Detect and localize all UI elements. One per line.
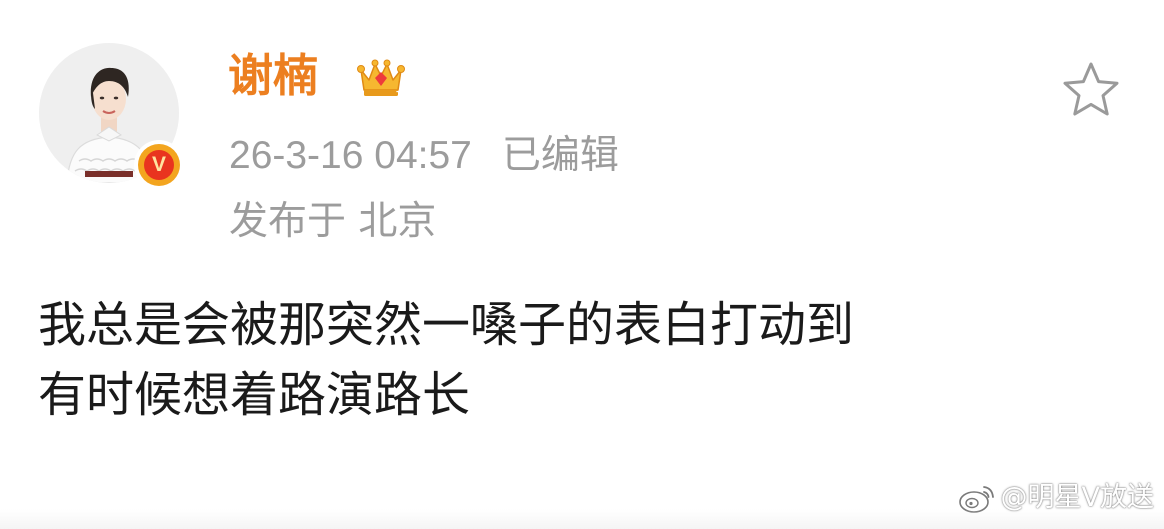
post-meta: 26-3-16 04:57 已编辑 (229, 131, 619, 181)
author-name[interactable]: 谢楠 (228, 48, 318, 104)
post-body-line: 有时候想着路演路长 (38, 367, 471, 423)
crown-member-icon: 7 (355, 54, 407, 102)
bottom-edge-fade (0, 509, 1164, 529)
weibo-post-screenshot: V 谢楠 7 26-3-16 04:57 已编辑 发布于 北京 我总是会被那突然一… (0, 0, 1164, 529)
edited-label[interactable]: 已编辑 (502, 133, 619, 178)
star-outline-icon[interactable] (1061, 60, 1121, 118)
post-timestamp: 26-3-16 04:57 (229, 134, 472, 177)
verified-v-icon: V (134, 140, 184, 190)
svg-text:7: 7 (396, 90, 402, 101)
post-body-line: 我总是会被那突然一嗓子的表白打动到 (38, 297, 855, 353)
post-location: 发布于 北京 (229, 199, 437, 244)
post-body: 我总是会被那突然一嗓子的表白打动到 有时候想着路演路长 (38, 290, 854, 430)
verified-letter: V (144, 150, 174, 180)
